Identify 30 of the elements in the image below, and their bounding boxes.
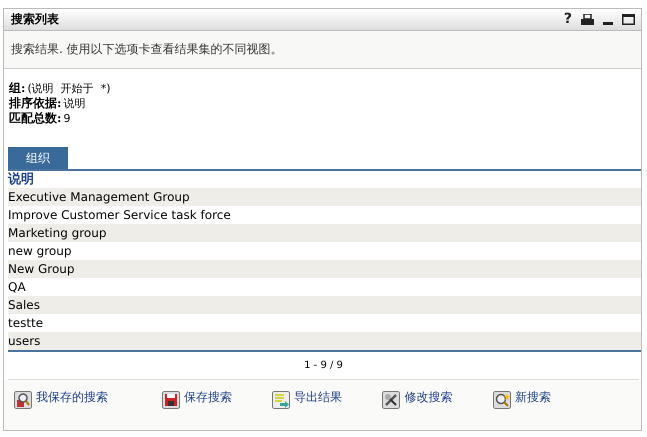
action-link[interactable]: 新搜索 bbox=[514, 389, 551, 406]
tools-icon[interactable] bbox=[382, 391, 400, 409]
table-row[interactable]: Sales bbox=[8, 296, 641, 314]
criteria-label: 排序依据: bbox=[9, 96, 62, 110]
action-link[interactable]: 保存搜索 bbox=[184, 389, 232, 406]
maximize-icon[interactable] bbox=[622, 14, 635, 25]
table-row[interactable]: Executive Management Group bbox=[8, 188, 641, 206]
tab[interactable]: 组织 bbox=[8, 147, 68, 169]
table-row[interactable]: QA bbox=[8, 278, 641, 296]
help-button[interactable]: ? bbox=[564, 14, 572, 25]
table-row[interactable]: Improve Customer Service task force bbox=[8, 206, 641, 224]
criteria-value: 9 bbox=[63, 112, 70, 125]
criteria-value: (说明 开始于 *) bbox=[27, 82, 111, 95]
window-title: 搜索列表 bbox=[11, 11, 59, 28]
criteria-label: 组: bbox=[9, 81, 26, 95]
table-row[interactable]: users bbox=[8, 332, 641, 350]
print-icon[interactable] bbox=[581, 14, 594, 25]
column-header[interactable]: 说明 bbox=[8, 171, 641, 188]
action-link[interactable]: 我保存的搜索 bbox=[36, 389, 108, 406]
criteria-value: 说明 bbox=[63, 97, 86, 110]
action-link[interactable]: 修改搜索 bbox=[404, 389, 452, 406]
criteria-label: 匹配总数: bbox=[9, 111, 62, 125]
saved-search-icon[interactable] bbox=[14, 391, 32, 409]
table-row[interactable]: new group bbox=[8, 242, 641, 260]
description-text: 搜索结果. 使用以下选项卡查看结果集的不同视图。 bbox=[11, 41, 283, 58]
action-link[interactable]: 导出结果 bbox=[294, 389, 342, 406]
table-row[interactable]: testte bbox=[8, 314, 641, 332]
table-row[interactable]: Marketing group bbox=[8, 224, 641, 242]
table-row[interactable]: New Group bbox=[8, 260, 641, 278]
floppy-disk-icon[interactable] bbox=[162, 391, 180, 409]
